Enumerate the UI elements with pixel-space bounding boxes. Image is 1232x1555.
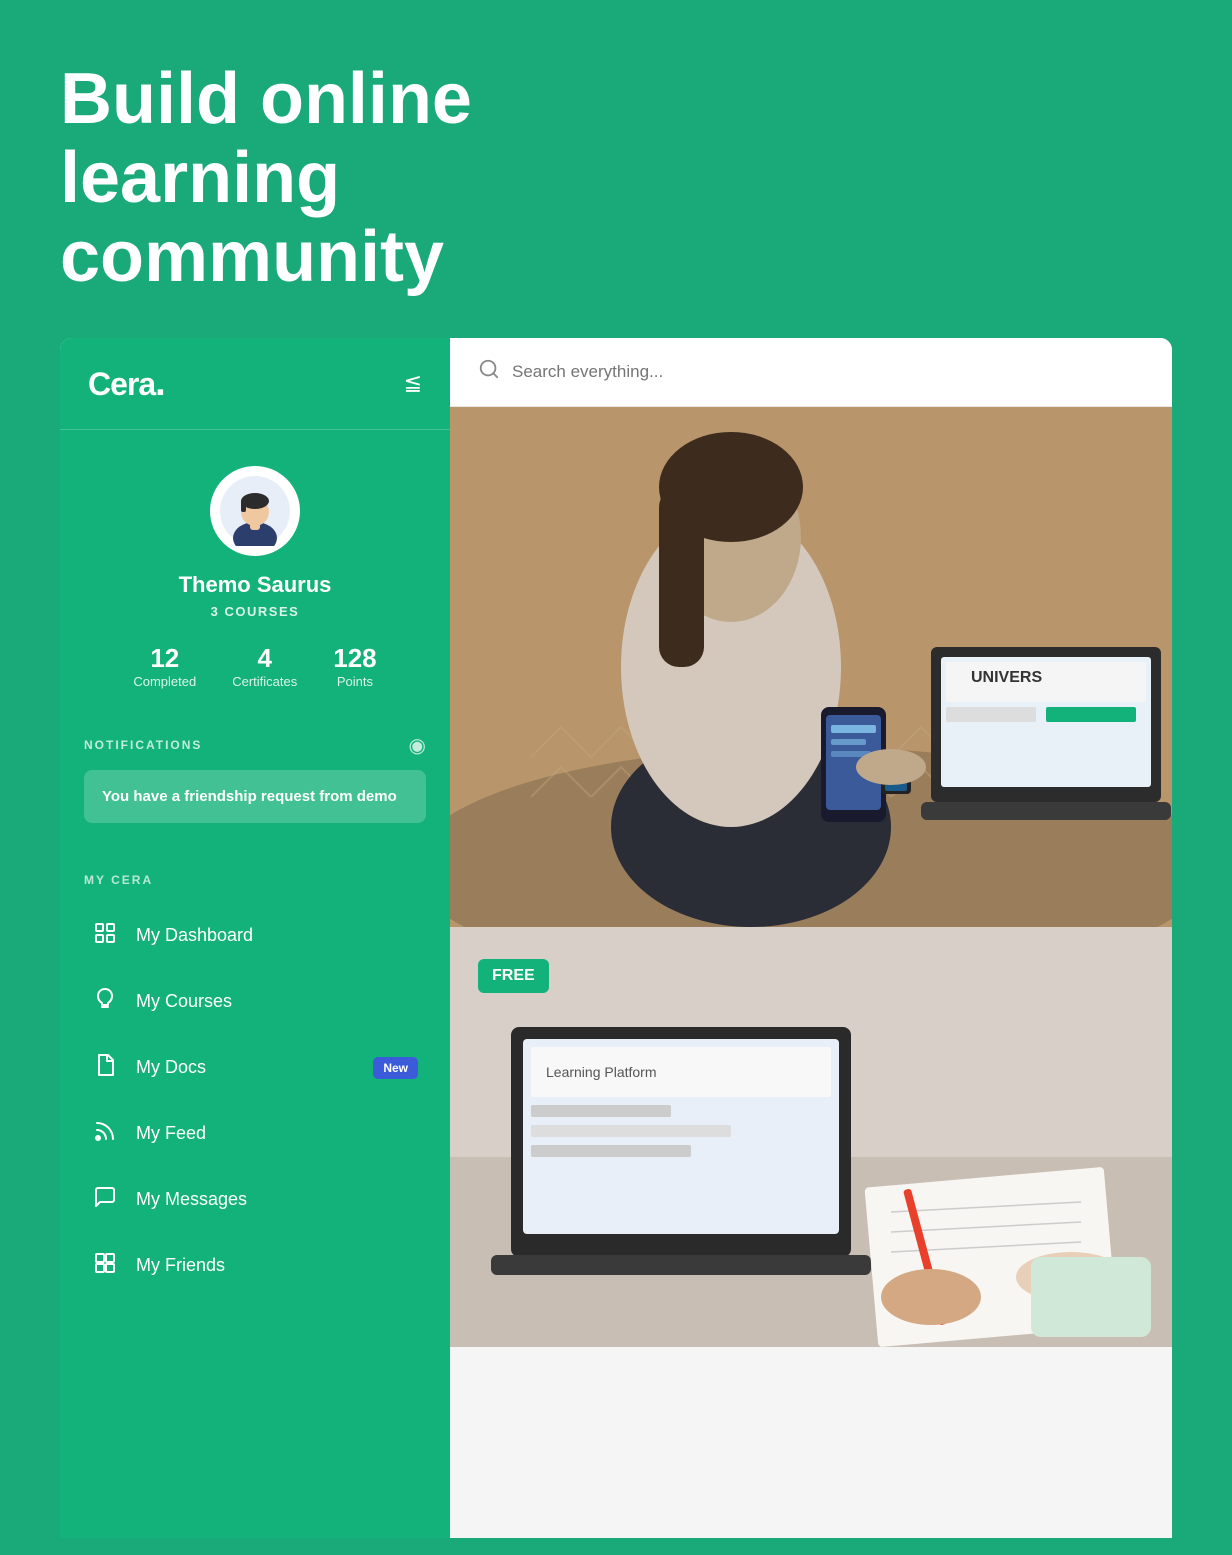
stat-points-number: 128	[333, 643, 376, 674]
new-badge: New	[373, 1057, 418, 1079]
notification-card: You have a friendship request from demo	[84, 770, 426, 823]
photo-section: UNIVERS FREE	[450, 407, 1172, 1538]
courses-icon	[92, 987, 118, 1017]
photo-placeholder-bottom: Learning Platform	[450, 927, 1172, 1347]
search-bar	[450, 338, 1172, 407]
hero-title: Build online learning community	[60, 60, 660, 298]
profile-name: Themo Saurus	[179, 572, 332, 598]
stats-row: 12 Completed 4 Certificates 128 Points	[133, 643, 376, 689]
close-circle-icon[interactable]: ◉	[409, 733, 426, 758]
free-badge: FREE	[478, 959, 549, 993]
hero-section: Build online learning community	[0, 0, 1232, 338]
profile-courses-label: 3 COURSES	[211, 604, 300, 619]
stat-certificates-label: Certificates	[232, 674, 297, 689]
dashboard-icon	[92, 921, 118, 951]
svg-text:UNIVERS: UNIVERS	[971, 669, 1042, 686]
sidebar-item-dashboard-label: My Dashboard	[136, 925, 418, 946]
photo-bottom-strip: FREE Learning Platform	[450, 927, 1172, 1347]
sidebar-item-dashboard[interactable]: My Dashboard	[84, 905, 426, 967]
logo: Cera.	[88, 362, 165, 405]
app-container: Cera. ≦	[60, 338, 1172, 1538]
sidebar-header: Cera. ≦	[60, 338, 450, 430]
avatar	[210, 466, 300, 556]
sidebar-item-messages[interactable]: My Messages	[84, 1169, 426, 1231]
stat-completed-number: 12	[150, 643, 179, 674]
notification-text: You have a friendship request from demo	[102, 788, 397, 805]
sidebar-item-courses[interactable]: My Courses	[84, 971, 426, 1033]
profile-section: Themo Saurus 3 COURSES 12 Completed 4 Ce…	[60, 430, 450, 717]
messages-icon	[92, 1185, 118, 1215]
notifications-title: NOTIFICATIONS	[84, 738, 202, 752]
hamburger-icon[interactable]: ≦	[404, 370, 422, 396]
sidebar-item-courses-label: My Courses	[136, 991, 418, 1012]
sidebar-item-friends[interactable]: My Friends	[84, 1235, 426, 1297]
sidebar-item-feed[interactable]: My Feed	[84, 1103, 426, 1165]
photo-placeholder-top: UNIVERS	[450, 407, 1172, 927]
friends-icon	[92, 1251, 118, 1281]
stat-completed-label: Completed	[133, 674, 196, 689]
docs-icon	[92, 1053, 118, 1083]
notifications-section: NOTIFICATIONS ◉ You have a friendship re…	[60, 717, 450, 849]
sidebar-item-messages-label: My Messages	[136, 1189, 418, 1210]
stat-certificates-number: 4	[258, 643, 272, 674]
sidebar-item-docs[interactable]: My Docs New	[84, 1037, 426, 1099]
search-icon	[478, 358, 500, 386]
sidebar-item-friends-label: My Friends	[136, 1255, 418, 1276]
my-cera-label: MY CERA	[84, 873, 426, 887]
notifications-header: NOTIFICATIONS ◉	[84, 733, 426, 758]
sidebar-item-feed-label: My Feed	[136, 1123, 418, 1144]
my-cera-section: MY CERA My Dashboard	[60, 849, 450, 1301]
photo-top: UNIVERS	[450, 407, 1172, 927]
stat-completed: 12 Completed	[133, 643, 196, 689]
sidebar: Cera. ≦	[60, 338, 450, 1538]
main-content: UNIVERS FREE	[450, 338, 1172, 1538]
stat-points-label: Points	[337, 674, 373, 689]
stat-certificates: 4 Certificates	[232, 643, 297, 689]
sidebar-item-docs-label: My Docs	[136, 1057, 355, 1078]
feed-icon	[92, 1119, 118, 1149]
svg-text:Learning Platform: Learning Platform	[546, 1064, 657, 1080]
search-input[interactable]	[512, 362, 1144, 382]
stat-points: 128 Points	[333, 643, 376, 689]
